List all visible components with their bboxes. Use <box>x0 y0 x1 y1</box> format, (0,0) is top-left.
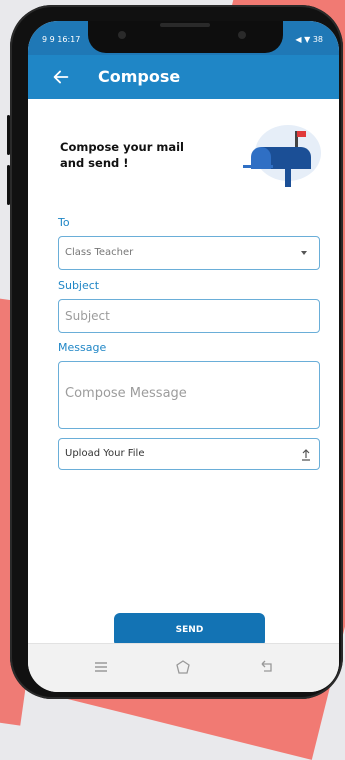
compose-content: Compose your mail and send ! To Class Te… <box>28 99 339 692</box>
camera-notch <box>88 21 283 53</box>
to-value: Class Teacher <box>65 247 134 258</box>
status-right: ◀ ▼ 38 <box>295 35 323 44</box>
message-textarea[interactable]: Compose Message <box>58 361 320 429</box>
to-label: To <box>58 216 70 229</box>
compose-heading: Compose your mail and send ! <box>60 140 184 170</box>
to-dropdown[interactable]: Class Teacher <box>58 236 320 270</box>
send-button[interactable]: SEND <box>114 613 265 647</box>
back-icon[interactable] <box>258 658 276 676</box>
subject-placeholder: Subject <box>65 309 110 323</box>
subject-input[interactable]: Subject <box>58 299 320 333</box>
speaker <box>160 23 210 27</box>
status-left: 9 9 16:17 <box>42 35 81 44</box>
app-bar: Compose <box>28 55 339 99</box>
menu-icon[interactable] <box>92 658 110 676</box>
upload-label: Upload Your File <box>65 448 145 459</box>
screen: 9 9 16:17 ◀ ▼ 38 Compose Compose your ma… <box>28 21 339 692</box>
subject-label: Subject <box>58 279 100 292</box>
home-icon[interactable] <box>174 658 192 676</box>
page-title: Compose <box>98 67 181 86</box>
phone-frame: 9 9 16:17 ◀ ▼ 38 Compose Compose your ma… <box>7 5 343 699</box>
mailbox-icon <box>243 125 321 187</box>
sensor-dot <box>118 31 126 39</box>
chevron-down-icon <box>301 251 307 255</box>
arrow-back-icon[interactable] <box>50 66 72 88</box>
message-label: Message <box>58 341 107 354</box>
upload-icon[interactable] <box>301 449 311 461</box>
volume-up-button <box>7 115 10 155</box>
volume-down-button <box>7 165 10 205</box>
camera-dot <box>238 31 246 39</box>
upload-file-field[interactable]: Upload Your File <box>58 438 320 470</box>
message-placeholder: Compose Message <box>65 386 187 401</box>
system-nav-bar <box>28 643 339 692</box>
